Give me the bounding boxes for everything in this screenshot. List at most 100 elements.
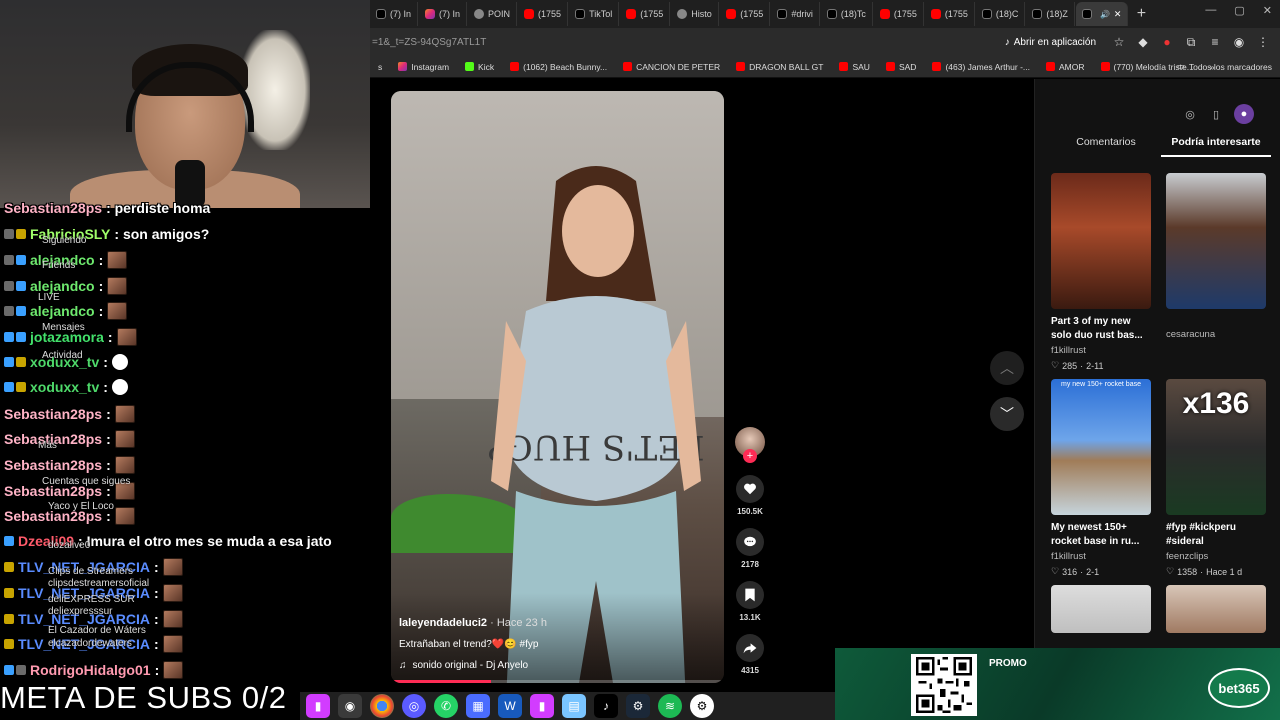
bookmark-item[interactable]: DRAGON BALL GT (728, 62, 831, 72)
bookmark-item[interactable]: (463) James Arthur -... (924, 62, 1038, 72)
bookmark-item[interactable]: AMOR (1038, 62, 1093, 72)
media-controls-icon[interactable]: ≡ (1208, 35, 1222, 49)
phone-icon[interactable]: ▯ (1208, 106, 1224, 122)
bookmark-item[interactable]: SAU (831, 62, 877, 72)
chrome-icon[interactable] (370, 694, 394, 718)
browser-tab[interactable]: (18)Tc (821, 2, 873, 26)
browser-tab[interactable]: (1755 (518, 2, 569, 26)
chat-text: : (106, 431, 111, 448)
heart-icon[interactable] (736, 475, 764, 503)
like-action[interactable]: 150.5K (736, 475, 764, 516)
compass-icon[interactable]: ◎ (1182, 106, 1198, 122)
browser-icon[interactable]: ◎ (402, 694, 426, 718)
youtube-icon (839, 62, 849, 71)
ad-banner[interactable]: PROMO bet365 (835, 648, 1280, 720)
user-avatar-icon[interactable]: ● (1234, 104, 1254, 124)
folder-app-icon[interactable]: ▤ (562, 694, 586, 718)
obs-icon[interactable]: ◉ (338, 694, 362, 718)
recommended-video-card[interactable]: x136 #fyp #kickperu #sideral feenzclips ♡ 13… (1166, 379, 1266, 577)
bookmark-overflow-left[interactable]: s (370, 62, 390, 72)
browser-tab[interactable]: (1755 (720, 2, 771, 26)
all-bookmarks-button[interactable]: ▭ Todos los marcadores (1177, 61, 1272, 72)
next-video-button[interactable]: ﹀ (990, 397, 1024, 431)
recommended-video-card[interactable]: my new 150+ rocket base My newest 150+ ro… (1051, 379, 1151, 577)
calculator-icon[interactable]: ▦ (466, 694, 490, 718)
recommended-video-card[interactable]: Part 3 of my new solo duo rust bas... f1k… (1051, 173, 1151, 371)
menu-icon[interactable]: ⋮ (1256, 35, 1270, 49)
app2-icon[interactable]: ▮ (530, 694, 554, 718)
video-thumbnail[interactable]: x136 (1166, 379, 1266, 515)
creator-avatar[interactable]: + (735, 427, 765, 463)
card-author[interactable]: f1killrust (1051, 551, 1151, 562)
profile-icon[interactable]: ◉ (1232, 35, 1246, 49)
video-thumbnail[interactable] (1166, 173, 1266, 309)
browser-tab[interactable]: #drivi (771, 2, 820, 26)
app-icon[interactable]: ▮ (306, 694, 330, 718)
browser-tab[interactable]: (18)Z (1026, 2, 1075, 26)
browser-tab[interactable]: Histo (671, 2, 720, 26)
record-icon[interactable]: ● (1160, 35, 1174, 49)
mod-badge-icon (4, 228, 14, 239)
chat-text: : (153, 636, 159, 653)
bookmark-item[interactable]: Instagram (390, 62, 457, 72)
steam-icon[interactable]: ⚙ (626, 694, 650, 718)
comment-icon[interactable] (736, 528, 764, 556)
tab-comments[interactable]: Comentarios (1051, 136, 1161, 157)
star-icon[interactable]: ☆ (1112, 35, 1126, 49)
new-tab-button[interactable]: + (1129, 2, 1153, 26)
open-in-app-button[interactable]: ♪ Abrir en aplicación (1005, 37, 1096, 48)
audio-playing-icon[interactable]: 🔊 (1100, 10, 1110, 19)
previous-video-button[interactable]: ︿ (990, 351, 1024, 385)
settings-app-icon[interactable]: ⚙ (690, 694, 714, 718)
card-title[interactable]: Part 3 of my new solo duo rust bas... (1051, 315, 1151, 343)
video-thumbnail[interactable] (1051, 585, 1151, 633)
card-title[interactable]: My newest 150+ rocket base in ru... (1051, 521, 1151, 549)
recommended-video-card[interactable] (1166, 585, 1266, 633)
video-sound[interactable]: ♫ sonido original - Dj Anyelo (399, 660, 528, 671)
video-thumbnail[interactable] (1051, 173, 1151, 309)
browser-tab[interactable]: (18)C (976, 2, 1026, 26)
browser-tab[interactable]: TikTol (569, 2, 620, 26)
tiktok-app-icon[interactable]: ♪ (594, 694, 618, 718)
browser-tab[interactable]: (7) In (419, 2, 468, 26)
video-thumbnail[interactable]: my new 150+ rocket base (1051, 379, 1151, 515)
video-author[interactable]: laleyendadeluci2 · Hace 23 h (399, 617, 547, 629)
extension-icon[interactable]: ◆ (1136, 35, 1150, 49)
card-author[interactable]: feenzclips (1166, 551, 1266, 562)
word-icon[interactable]: W (498, 694, 522, 718)
close-icon[interactable]: ✕ (1263, 4, 1272, 17)
browser-tab[interactable]: (1755 (925, 2, 975, 26)
comment-action[interactable]: 2178 (736, 528, 764, 569)
save-action[interactable]: 13.1K (736, 581, 764, 622)
card-author[interactable]: cesaracuna (1166, 329, 1266, 340)
close-tab-icon[interactable]: ✕ (1114, 9, 1122, 20)
bookmark-item[interactable]: Kick (457, 62, 502, 72)
browser-tab[interactable]: 🔊 ✕ (1075, 2, 1129, 26)
bookmark-item[interactable]: SAD (878, 62, 924, 72)
bookmark-item[interactable]: CANCION DE PETER (615, 62, 728, 72)
recommended-video-card[interactable]: cesaracuna (1166, 173, 1266, 371)
spotify-icon[interactable]: ≋ (658, 694, 682, 718)
url-field[interactable]: =1&_t=ZS-94QSg7ATL1T (370, 37, 1005, 48)
minimize-icon[interactable]: — (1205, 4, 1216, 17)
bookmark-item[interactable]: (1062) Beach Bunny... (502, 62, 615, 72)
browser-tab[interactable]: (1755 (620, 2, 671, 26)
card-title[interactable]: #fyp #kickperu #sideral (1166, 521, 1266, 549)
share-action[interactable]: 4315 (736, 634, 764, 675)
author-name[interactable]: laleyendadeluci2 (399, 617, 487, 629)
browser-tab[interactable]: POIN (468, 2, 518, 26)
browser-tab[interactable]: (7) In (370, 2, 419, 26)
video-thumbnail[interactable] (1166, 585, 1266, 633)
tab-recommended[interactable]: Podría interesarte (1161, 136, 1271, 157)
video-player[interactable]: LET'S HUG? laleyendadeluci2 · Hace 23 h … (391, 91, 724, 683)
video-progress-bar[interactable] (391, 680, 724, 683)
whatsapp-icon[interactable]: ✆ (434, 694, 458, 718)
browser-tab[interactable]: (1755 (874, 2, 924, 26)
card-author[interactable]: f1killrust (1051, 345, 1151, 356)
follow-plus-icon[interactable]: + (743, 449, 757, 463)
extensions-puzzle-icon[interactable]: ⧉ (1184, 35, 1198, 49)
share-icon[interactable] (736, 634, 764, 662)
bookmark-icon[interactable] (736, 581, 764, 609)
maximize-icon[interactable]: ▢ (1234, 4, 1244, 17)
recommended-video-card[interactable] (1051, 585, 1151, 633)
